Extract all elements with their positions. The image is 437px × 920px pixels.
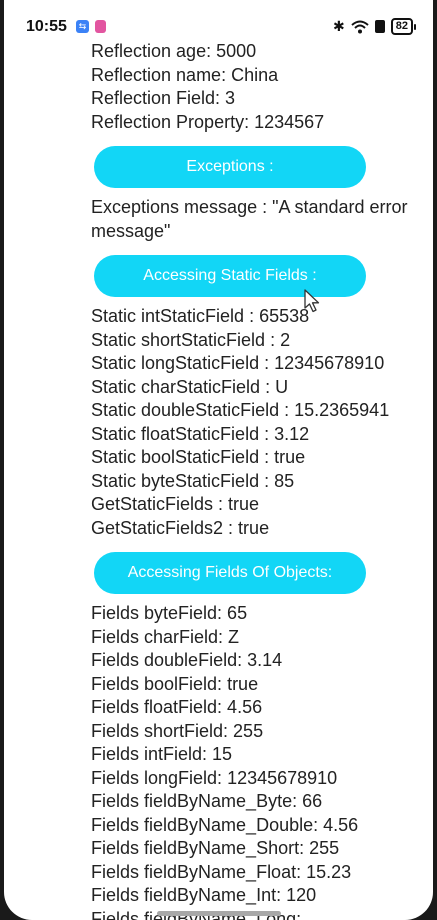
reflection-line: Reflection age: 5000 (91, 41, 257, 61)
object-field-line: Fields charField: Z (91, 626, 240, 647)
accessing-fields-of-objects-button[interactable]: Accessing Fields Of Objects: (94, 552, 366, 594)
object-field-line: Fields fieldByName_Byte: 66 (91, 791, 323, 811)
static-field-line: Static boolStaticField : true (91, 447, 306, 467)
main-content[interactable]: Reflection age: 5000 Reflection name: Ch… (91, 40, 431, 920)
static-fields-list: Static intStaticField : 65538 Static sho… (91, 305, 431, 540)
phone-screen: 10:55 ⇆ ✱ 82 Reflection age: 5000 Reflec… (4, 0, 433, 920)
accessing-static-fields-button[interactable]: Accessing Static Fields : (94, 255, 366, 297)
status-bar: 10:55 ⇆ ✱ 82 (4, 0, 433, 40)
reflection-line: Reflection name: China (91, 64, 279, 85)
exceptions-button[interactable]: Exceptions : (94, 146, 366, 188)
static-field-line: Static longStaticField : 12345678910 (91, 353, 385, 373)
bluetooth-icon: ✱ (333, 18, 345, 34)
static-field-line: GetStaticFields : true (91, 494, 260, 514)
reflection-line: Reflection Property: 1234567 (91, 111, 325, 132)
mouse-cursor-icon (304, 289, 320, 313)
object-field-line: Fields fieldByName_Short: 255 (91, 838, 340, 858)
object-field-line: Fields intField: 15 (91, 744, 233, 764)
object-field-line: Fields boolField: true (91, 673, 259, 694)
object-field-line: Fields doubleField: 3.14 (91, 650, 283, 670)
object-field-line: Fields fieldByName_Int: 120 (91, 885, 317, 905)
exceptions-message: Exceptions message : "A standard error m… (91, 197, 408, 241)
static-field-line: Static floatStaticField : 3.12 (91, 423, 310, 444)
static-field-line: Static intStaticField : 65538 (91, 306, 310, 326)
object-field-line: Fields floatField: 4.56 (91, 697, 263, 717)
object-fields-list: Fields byteField: 65 Fields charField: Z… (91, 602, 431, 920)
reflection-section: Reflection age: 5000 Reflection name: Ch… (91, 40, 431, 134)
reflection-line: Reflection Field: 3 (91, 88, 236, 108)
static-field-line: GetStaticFields2 : true (91, 517, 270, 538)
usb-notification-icon: ⇆ (76, 20, 89, 33)
battery-level: 82 (395, 20, 408, 32)
object-field-line: Fields fieldByName_Float: 15.23 (91, 861, 352, 882)
wifi-icon (351, 20, 369, 33)
object-field-line: Fields longField: 12345678910 (91, 767, 338, 788)
status-time: 10:55 (26, 18, 67, 35)
status-icons: ✱ 82 (333, 18, 417, 35)
app-notification-icon (95, 20, 106, 33)
static-field-line: Static shortStaticField : 2 (91, 329, 291, 350)
static-field-line: Static byteStaticField : 85 (91, 470, 295, 491)
object-field-line: Fields shortField: 255 (91, 720, 264, 741)
object-field-line: Fields fieldByName_Double: 4.56 (91, 814, 359, 835)
object-field-line: Fields byteField: 65 (91, 603, 248, 623)
static-field-line: Static doubleStaticField : 15.2365941 (91, 400, 390, 420)
home-indicator[interactable] (157, 911, 281, 916)
battery-icon: 82 (390, 18, 417, 35)
static-field-line: Static charStaticField : U (91, 376, 289, 397)
sim-icon (374, 20, 385, 33)
